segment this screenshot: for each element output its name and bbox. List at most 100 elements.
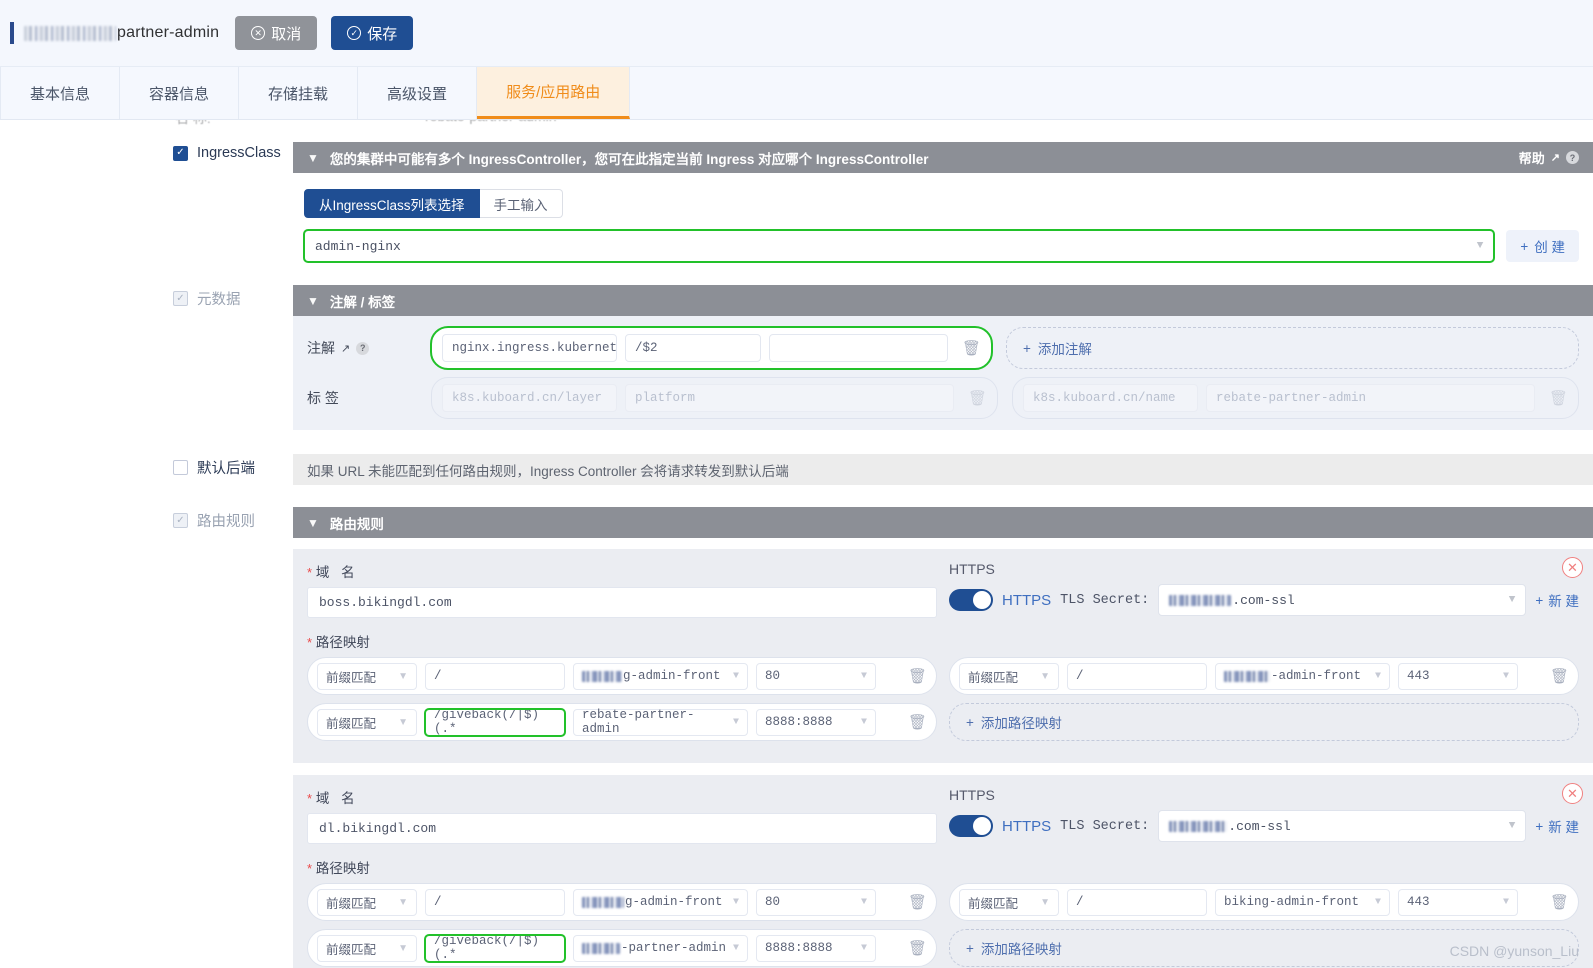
domain-field-label: * 域 名	[307, 791, 359, 806]
https-toggle[interactable]	[949, 815, 993, 837]
service-select[interactable]: biking-admin-front ▼	[1215, 888, 1390, 916]
delete-annotation-icon[interactable]: 🗑	[956, 339, 981, 357]
service-select[interactable]: rebate-partner-admin ▼	[573, 708, 748, 736]
tls-secret-label: TLS Secret:	[1060, 592, 1150, 608]
routing-rule-card: ✕ * 域 名 boss.bikingdl.com HTTPS HTTPS TL…	[293, 549, 1593, 763]
chevron-down-icon[interactable]: ▼	[307, 151, 319, 165]
https-controls: HTTPS TLS Secret: .com-ssl ▼ + 新 建	[949, 584, 1579, 616]
chevron-down-icon: ▼	[860, 896, 867, 908]
path-input[interactable]: /giveback(/|$)(.*	[424, 933, 566, 963]
domain-input[interactable]: dl.bikingdl.com	[307, 813, 937, 844]
app-root: partner-admin ✕ 取消 ✓ 保存 基本信息 容器信息 存储挂载 高…	[0, 0, 1593, 968]
toggle-knob	[973, 817, 991, 835]
remove-rule-icon[interactable]: ✕	[1562, 783, 1583, 804]
add-path-mapping-button[interactable]: + 添加路径映射	[949, 703, 1579, 741]
create-tls-secret-button[interactable]: + 新 建	[1535, 590, 1579, 610]
chevron-down-icon: ▼	[1040, 896, 1050, 908]
cancel-button[interactable]: ✕ 取消	[235, 16, 318, 50]
port-select[interactable]: 8888:8888 ▼	[756, 934, 876, 962]
ingressclass-banner: ▼ 您的集群中可能有多个 IngressController，您可在此指定当前 …	[293, 142, 1593, 173]
external-link-icon[interactable]: ↗	[341, 342, 350, 355]
delete-path-mapping-icon[interactable]: 🗑	[1544, 667, 1569, 685]
match-type-select[interactable]: 前缀匹配 ▼	[317, 662, 417, 690]
match-type-select[interactable]: 前缀匹配 ▼	[317, 708, 417, 736]
add-path-mapping-button[interactable]: + 添加路径映射	[949, 929, 1579, 967]
annotation-extra-input[interactable]	[769, 334, 948, 362]
tls-secret-select[interactable]: .com-ssl ▼	[1158, 810, 1527, 842]
path-mapping-row: 前缀匹配 ▼ / g-admin-front ▼ 80 ▼ 🗑	[307, 657, 937, 695]
tab-advanced-settings[interactable]: 高级设置	[358, 67, 478, 119]
tls-secret-value: .com-ssl	[1228, 818, 1291, 834]
segment-manual-input[interactable]: 手工输入	[479, 189, 563, 218]
cancel-button-label: 取消	[271, 25, 302, 43]
top-bar: partner-admin ✕ 取消 ✓ 保存	[0, 0, 1593, 67]
external-link-icon: ↗	[1550, 152, 1560, 164]
delete-label-icon[interactable]: 🗑	[962, 389, 987, 407]
annotation-value-input[interactable]: /$2	[625, 334, 761, 362]
port-select[interactable]: 8888:8888 ▼	[756, 708, 876, 736]
label-value-input[interactable]: rebate-partner-admin	[1206, 384, 1535, 412]
chevron-down-icon: ▼	[1508, 820, 1516, 832]
service-select[interactable]: g-admin-front ▼	[573, 662, 748, 690]
help-link[interactable]: 帮助 ↗ ?	[1519, 148, 1579, 167]
https-toggle[interactable]	[949, 589, 993, 611]
delete-label-icon[interactable]: 🗑	[1543, 389, 1568, 407]
create-ingressclass-button[interactable]: + 创 建	[1506, 230, 1579, 262]
match-type-select[interactable]: 前缀匹配 ▼	[959, 888, 1059, 916]
create-button-label: 创 建	[1534, 240, 1565, 255]
service-select[interactable]: -admin-front ▼	[1215, 662, 1390, 690]
path-input[interactable]: /	[425, 662, 565, 690]
delete-path-mapping-icon[interactable]: 🗑	[902, 713, 927, 731]
path-map-left-column: 前缀匹配 ▼ / g-admin-front ▼ 80 ▼ 🗑 前缀匹配 ▼ /…	[307, 883, 937, 968]
port-select[interactable]: 80 ▼	[756, 662, 876, 690]
path-input[interactable]: /	[1067, 662, 1207, 690]
delete-path-mapping-icon[interactable]: 🗑	[1544, 893, 1569, 911]
match-type-select[interactable]: 前缀匹配 ▼	[959, 662, 1059, 690]
path-input[interactable]: /giveback(/|$)(.*	[424, 707, 566, 737]
redacted-tls-prefix	[1169, 594, 1232, 606]
question-mark-icon[interactable]: ?	[356, 341, 370, 355]
chevron-down-icon[interactable]: ▼	[307, 294, 319, 308]
label-key-input[interactable]: k8s.kuboard.cn/name	[1023, 384, 1198, 412]
tls-secret-select[interactable]: .com-ssl ▼	[1158, 584, 1527, 616]
label-value-input[interactable]: platform	[625, 384, 954, 412]
plus-icon: +	[1023, 340, 1031, 356]
remove-rule-icon[interactable]: ✕	[1562, 557, 1583, 578]
annotation-key-input[interactable]: nginx.ingress.kubernetes.	[442, 334, 617, 362]
match-type-select[interactable]: 前缀匹配 ▼	[317, 934, 417, 962]
default-backend-checkbox[interactable]	[173, 460, 188, 475]
service-value: biking-admin-front	[1224, 895, 1360, 909]
metadata-checkbox[interactable]: ✓	[173, 291, 188, 306]
delete-path-mapping-icon[interactable]: 🗑	[902, 893, 927, 911]
label-key-input[interactable]: k8s.kuboard.cn/layer	[442, 384, 617, 412]
domain-input[interactable]: boss.bikingdl.com	[307, 587, 937, 618]
tab-service-routing[interactable]: 服务/应用路由	[477, 67, 631, 119]
delete-path-mapping-icon[interactable]: 🗑	[902, 939, 927, 957]
create-tls-secret-button[interactable]: + 新 建	[1535, 816, 1579, 836]
tab-basic-info[interactable]: 基本信息	[0, 67, 121, 119]
path-input[interactable]: /	[1067, 888, 1207, 916]
ingressclass-checkbox[interactable]: ✓	[173, 145, 188, 161]
segment-select-from-list[interactable]: 从IngressClass列表选择	[304, 189, 480, 218]
port-select[interactable]: 443 ▼	[1398, 888, 1518, 916]
match-type-select[interactable]: 前缀匹配 ▼	[317, 888, 417, 916]
domain-field-group: * 域 名 boss.bikingdl.com	[307, 561, 937, 618]
save-button[interactable]: ✓ 保存	[331, 16, 414, 50]
label-entry: k8s.kuboard.cn/layer platform 🗑	[431, 377, 998, 419]
delete-path-mapping-icon[interactable]: 🗑	[902, 667, 927, 685]
annotations-labels-panel: 注解 ↗ ? nginx.ingress.kubernetes. /$2 🗑 +	[293, 316, 1593, 430]
routing-rule-card: ✕ * 域 名 dl.bikingdl.com HTTPS HTTPS TLS …	[293, 775, 1593, 968]
path-input[interactable]: /	[425, 888, 565, 916]
service-select[interactable]: g-admin-front ▼	[573, 888, 748, 916]
service-select[interactable]: -partner-admin ▼	[573, 934, 748, 962]
rule-header: * 域 名 dl.bikingdl.com HTTPS HTTPS TLS Se…	[307, 787, 1579, 844]
path-mapping-row: 前缀匹配 ▼ /giveback(/|$)(.* -partner-admin ▼…	[307, 929, 937, 967]
ingressclass-select[interactable]: admin-nginx ▼	[302, 229, 1496, 263]
tab-storage-mount[interactable]: 存储挂载	[239, 67, 359, 119]
tab-container-info[interactable]: 容器信息	[120, 67, 240, 119]
add-annotation-button[interactable]: + 添加注解	[1006, 327, 1579, 369]
chevron-down-icon[interactable]: ▼	[307, 516, 319, 530]
port-select[interactable]: 80 ▼	[756, 888, 876, 916]
port-select[interactable]: 443 ▼	[1398, 662, 1518, 690]
routing-checkbox[interactable]: ✓	[173, 513, 188, 528]
